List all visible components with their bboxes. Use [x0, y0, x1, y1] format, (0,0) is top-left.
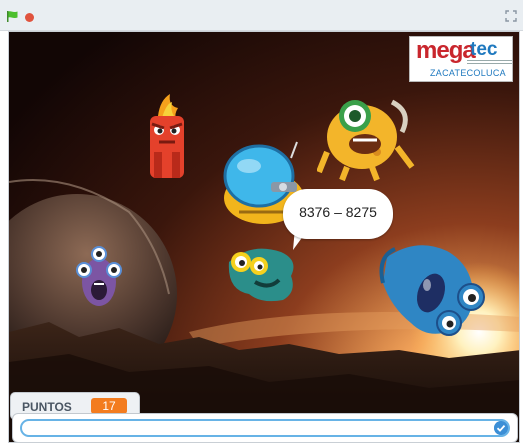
score-value: 17 — [91, 398, 127, 414]
logo-city-text: ZACATECOLUCA — [430, 68, 506, 78]
stop-sign-icon[interactable] — [25, 13, 34, 22]
game-stage[interactable]: mega tec ZACATECOLUCA 8376 – 8275 PUNTOS… — [8, 31, 520, 443]
answer-input[interactable] — [20, 419, 510, 437]
purple-monster-sprite[interactable] — [69, 242, 129, 310]
answer-panel — [12, 413, 518, 442]
blue-creature-sprite[interactable] — [377, 237, 495, 347]
logo-mega-text: mega — [416, 37, 476, 64]
logo-tagline-lines — [467, 60, 512, 64]
yellow-monster-sprite[interactable] — [317, 92, 417, 182]
fullscreen-icon[interactable] — [505, 10, 517, 22]
logo-tec-text: tec — [470, 39, 498, 60]
teal-monster-sprite[interactable] — [221, 242, 301, 304]
score-label: PUNTOS — [22, 400, 72, 414]
question-text: 8376 – 8275 — [299, 204, 377, 220]
megatec-logo: mega tec ZACATECOLUCA — [409, 36, 513, 82]
green-flag-icon[interactable] — [6, 10, 19, 23]
stage-controls-bar — [0, 0, 523, 31]
check-icon[interactable] — [494, 421, 508, 435]
question-bubble: 8376 – 8275 — [283, 189, 393, 239]
red-monster-sprite[interactable] — [144, 94, 190, 180]
